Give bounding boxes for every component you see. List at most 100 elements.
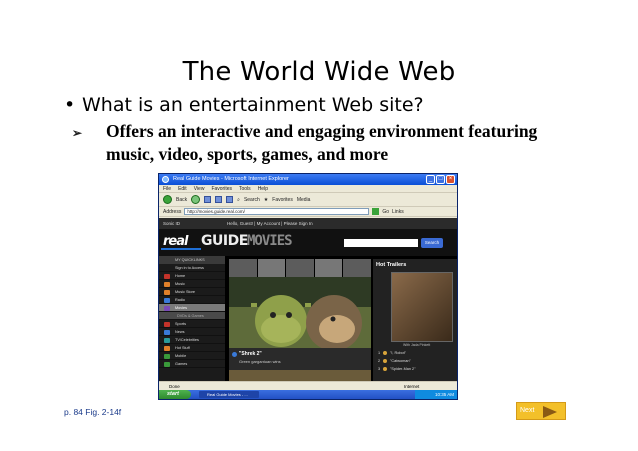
thumbnail <box>229 259 257 277</box>
sidebar-item: Mobile <box>159 352 225 360</box>
play-icon <box>383 359 387 363</box>
menu-view: View <box>193 186 205 192</box>
sidebar-item-label: Mobile <box>175 354 187 358</box>
play-arrow-icon <box>232 352 237 357</box>
sidebar-head: MY QUICKLINKS <box>159 256 225 264</box>
sidebar-item-label: Hot Stuff <box>175 346 190 350</box>
sidebar-item: Movies <box>159 304 225 312</box>
thumbnail <box>343 259 371 277</box>
sidebar-item: News <box>159 328 225 336</box>
feature-subtitle: Green gargantuan wins <box>239 359 281 364</box>
sidebar-item-icon <box>164 345 170 351</box>
bullet-question: • What is an entertainment Web site? <box>64 94 424 116</box>
movies-logo: MOVIES <box>247 233 293 249</box>
sidebar-item-icon <box>164 281 170 287</box>
taskbar: start Real Guide Movies - ... 10:35 AM <box>159 390 457 399</box>
feature-panel: "Shrek 2" Green gargantuan wins <box>229 259 371 382</box>
web-page: Sonic ID Hello, Guest! | My Account | Pl… <box>159 218 457 382</box>
sidebar-item-label: Movies <box>175 306 188 310</box>
menu-edit: Edit <box>178 186 187 192</box>
browser-titlebar: Real Guide Movies - Microsoft Internet E… <box>159 174 457 185</box>
sidebar-item-label: DVDs & Games <box>177 314 204 318</box>
bullet-answer: ➢ Offers an interactive and engaging env… <box>72 120 542 166</box>
menu-tools: Tools <box>239 186 251 192</box>
sidebar-item: DVDs & Games <box>159 312 225 320</box>
sidebar-item-icon <box>164 297 170 303</box>
media-label: Media <box>296 196 311 203</box>
trailer-number: 1 <box>378 351 381 355</box>
arrow-bullet-icon: ➢ <box>72 126 83 140</box>
favorites-icon: ★ <box>263 196 269 203</box>
address-field: http://movies.guide.real.com/ <box>184 208 370 215</box>
trailer-row: 1 "I, Robot" <box>375 349 455 357</box>
stop-icon <box>204 196 212 203</box>
sidebar-item-label: Games <box>175 362 188 366</box>
next-button[interactable]: Next <box>516 402 566 420</box>
address-label: Address <box>163 208 182 215</box>
trailer-row: 3 "Spider-Man 2" <box>375 365 455 373</box>
sidebar-item-label: Music <box>175 282 185 286</box>
trailer-label: "Spider-Man 2" <box>390 367 416 371</box>
figure-reference: p. 84 Fig. 2-14f <box>64 407 122 417</box>
site-sidebar: MY QUICKLINKS Sign in to Access Home Music… <box>159 256 225 382</box>
bullet-answer-text: Offers an interactive and engaging envir… <box>106 121 538 164</box>
taskbar-clock: 10:35 AM <box>415 390 457 399</box>
browser-menubar: File Edit View Favorites Tools Help <box>159 185 457 193</box>
window-controls: _ □ × <box>426 175 455 184</box>
thumbnail-strip <box>229 259 371 277</box>
sidebar-item-icon <box>164 289 170 295</box>
slide-title: The World Wide Web <box>182 57 456 87</box>
hot-trailers-panel: Hot Trailers With Jada Pinkett 1 "I, Robo… <box>373 259 457 382</box>
donkey-face <box>319 315 355 343</box>
trailer-label: "I, Robot" <box>390 351 406 355</box>
sidebar-item-icon <box>164 305 170 311</box>
trailer-list: 1 "I, Robot" 2 "Catwoman" 3 "Spider-Man 2" <box>375 349 455 373</box>
sidebar-item-label: Home <box>175 274 186 278</box>
minimize-icon: _ <box>426 175 435 184</box>
site-topbar: Sonic ID Hello, Guest! | My Account | Pl… <box>159 218 457 229</box>
go-label: Go <box>382 208 390 215</box>
links-label: Links <box>392 208 404 215</box>
sidebar-item: Home <box>159 272 225 280</box>
shrek-image <box>229 277 371 349</box>
trailer-image <box>391 272 453 342</box>
play-icon <box>383 367 387 371</box>
shrek-left-eye <box>270 312 276 318</box>
go-icon <box>372 208 380 215</box>
back-label: Back <box>176 196 188 203</box>
site-topbar-left: Sonic ID <box>163 221 181 226</box>
bullet-question-text: What is an entertainment Web site? <box>82 94 424 116</box>
trailer-caption: With Jada Pinkett <box>403 343 431 347</box>
search-icon: ⌕ <box>237 196 240 203</box>
refresh-icon <box>215 196 223 203</box>
favorites-label: Favorites <box>272 196 293 203</box>
shrek-right-eye <box>286 312 292 318</box>
next-label: Next <box>520 407 535 414</box>
site-header: real GUIDE MOVIES Search <box>159 229 457 256</box>
sidebar-item-label: TV/Celebrities <box>175 338 199 342</box>
shrek-right-ear <box>305 303 311 307</box>
site-search-input <box>344 239 418 247</box>
sidebar-item-label: Music Store <box>175 290 196 294</box>
sidebar-item: Music Store <box>159 288 225 296</box>
hot-trailers-title: Hot Trailers <box>376 262 407 268</box>
thumbnail <box>286 259 314 277</box>
shrek-left-ear <box>251 303 257 307</box>
sidebar-item-icon <box>164 273 170 279</box>
browser-statusbar: Done Internet <box>159 381 457 390</box>
sidebar-item-label: Radio <box>175 298 185 302</box>
feature-caption: "Shrek 2" Green gargantuan wins <box>229 348 371 370</box>
back-icon <box>163 195 172 204</box>
sidebar-item: Radio <box>159 296 225 304</box>
trailer-label: "Catwoman" <box>390 359 411 363</box>
menu-file: File <box>163 186 172 192</box>
sidebar-item: Sign in to Access <box>159 264 225 272</box>
taskbar-item: Real Guide Movies - ... <box>199 391 259 398</box>
thumbnail <box>257 259 286 277</box>
sidebar-item: Hot Stuff <box>159 344 225 352</box>
start-button: start <box>159 390 191 399</box>
home-icon <box>226 196 234 203</box>
trailer-number: 2 <box>378 359 381 363</box>
forward-icon <box>191 195 201 204</box>
sidebar-item-label: News <box>175 330 185 334</box>
